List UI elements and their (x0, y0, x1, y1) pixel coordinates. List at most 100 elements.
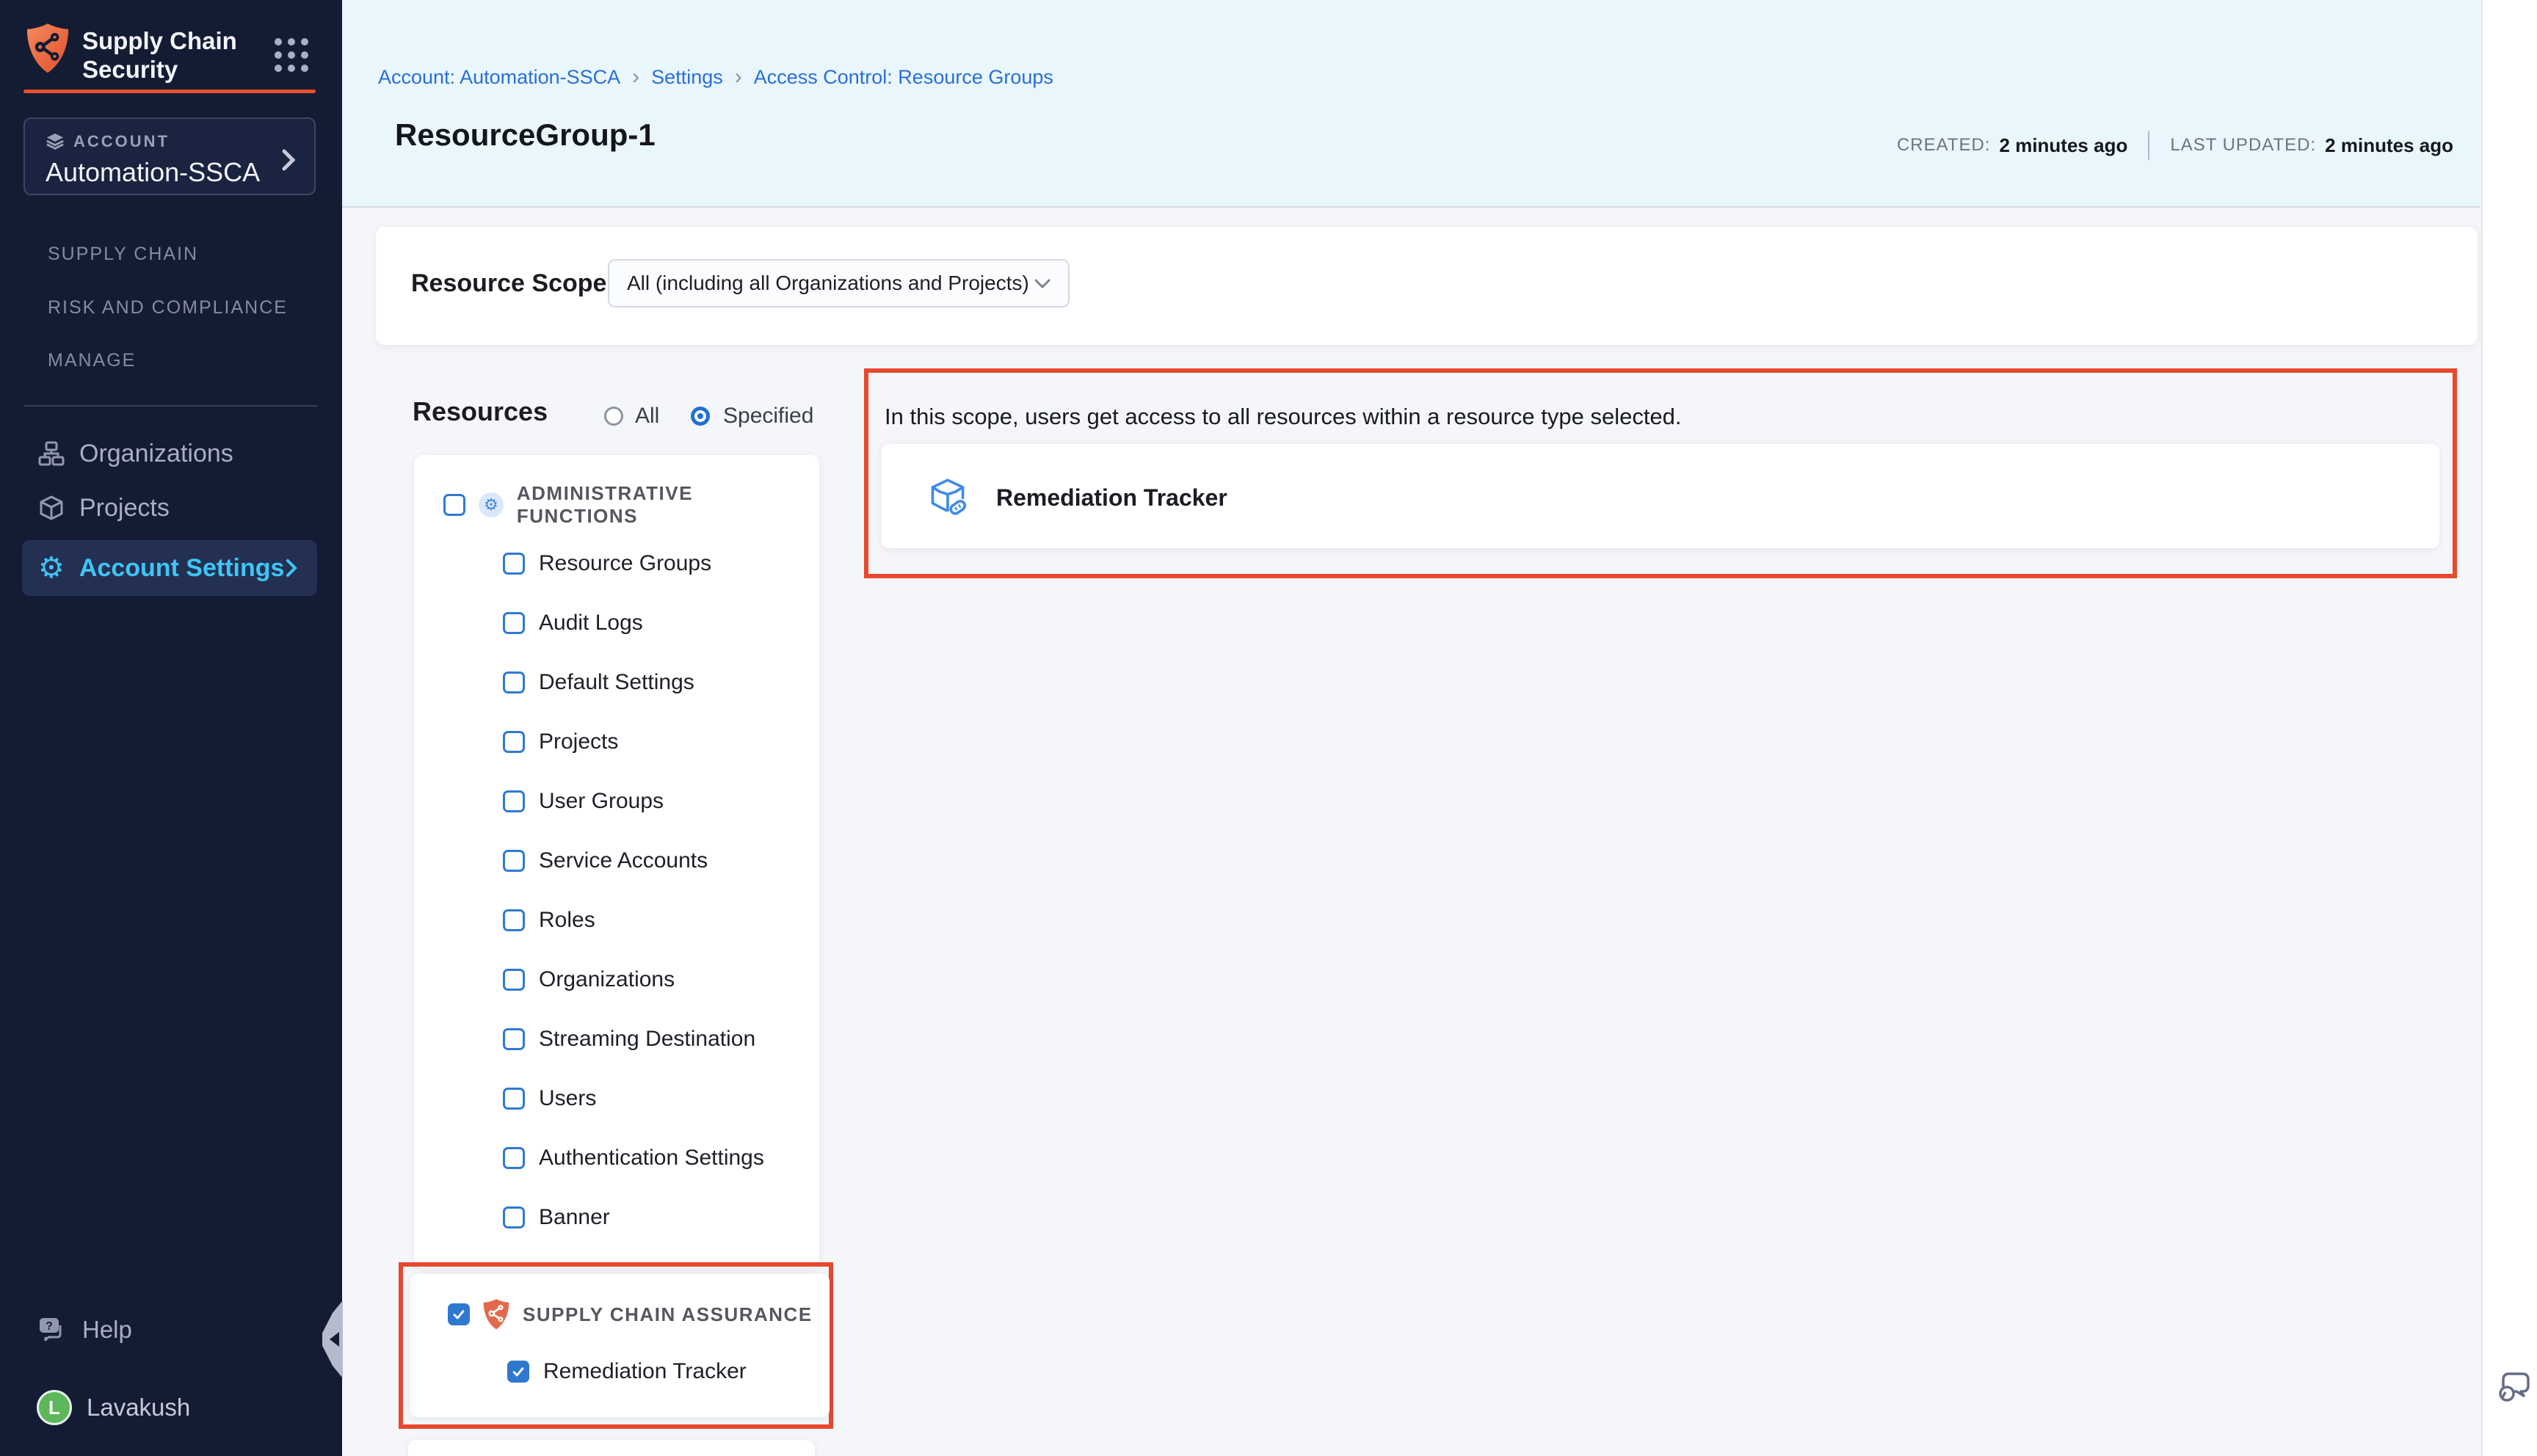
checkbox-row-streaming-destination[interactable]: Streaming Destination (503, 1026, 755, 1052)
check-icon (511, 1364, 526, 1379)
radio-all-label: All (635, 404, 659, 429)
meta-info: CREATED: 2 minutes ago LAST UPDATED: 2 m… (1897, 131, 2453, 160)
module-grid-icon[interactable] (275, 38, 308, 72)
item-label: Projects (539, 729, 618, 754)
checkbox-row-administrative-functions[interactable]: ⚙ ADMINISTRATIVE FUNCTIONS (443, 492, 819, 518)
next-section-card (408, 1440, 815, 1456)
checkbox-administrative-functions[interactable] (443, 494, 465, 516)
supply-chain-assurance-card: SUPPLY CHAIN ASSURANCE Remediation Track… (410, 1274, 830, 1417)
item-label: Users (539, 1086, 596, 1111)
checkbox-row-users[interactable]: Users (503, 1085, 596, 1112)
resource-type-name: Remediation Tracker (996, 484, 1227, 512)
sidebar-section-manage[interactable]: MANAGE (48, 350, 136, 371)
checkbox-organizations[interactable] (503, 969, 525, 991)
checkbox-row-authentication-settings[interactable]: Authentication Settings (503, 1145, 764, 1171)
sidebar-item-account-settings[interactable]: ⚙ Account Settings (22, 540, 317, 596)
scope-note: In this scope, users get access to all r… (885, 404, 1682, 430)
checkbox-row-roles[interactable]: Roles (503, 907, 595, 933)
checkbox-resource-groups[interactable] (503, 553, 525, 575)
user-menu[interactable]: L Lavakush (22, 1381, 317, 1434)
user-name: Lavakush (87, 1394, 190, 1422)
checkbox-audit-logs[interactable] (503, 612, 525, 634)
checkbox-projects[interactable] (503, 731, 525, 753)
item-label: Audit Logs (539, 611, 643, 636)
administrative-functions-card: ⚙ ADMINISTRATIVE FUNCTIONS Resource Grou… (414, 455, 819, 1268)
checkbox-row-resource-groups[interactable]: Resource Groups (503, 550, 711, 577)
supply-chain-security-logo[interactable] (24, 22, 71, 79)
item-label: Streaming Destination (539, 1027, 755, 1052)
resource-scope-value: All (including all Organizations and Pro… (627, 272, 1029, 295)
account-selector[interactable]: ACCOUNT Automation-SSCA (23, 117, 316, 195)
checkbox-service-accounts[interactable] (503, 850, 525, 872)
radio-all-circle[interactable] (604, 407, 623, 426)
checkbox-user-groups[interactable] (503, 790, 525, 812)
chevron-right-icon (285, 558, 298, 578)
item-label: Authentication Settings (539, 1146, 764, 1171)
sidebar-item-projects[interactable]: Projects (22, 481, 317, 534)
avatar: L (37, 1390, 72, 1425)
scs-shield-icon (482, 1298, 511, 1331)
remediation-tracker-icon (926, 475, 969, 517)
account-label: ACCOUNT (73, 132, 170, 151)
checkbox-streaming-destination[interactable] (503, 1028, 525, 1050)
help-label: Help (82, 1316, 132, 1344)
support-chat-icon[interactable] (2494, 1368, 2533, 1406)
checkbox-row-default-settings[interactable]: Default Settings (503, 669, 694, 696)
sidebar-item-label: Projects (79, 494, 170, 523)
checkbox-roles[interactable] (503, 909, 525, 931)
resources-title: Resources (413, 396, 548, 427)
resource-scope-dropdown[interactable]: All (including all Organizations and Pro… (608, 259, 1070, 307)
last-updated-value: 2 minutes ago (2325, 134, 2453, 157)
resource-scope-card: Resource Scope All (including all Organi… (376, 227, 2478, 345)
avatar-initial: L (48, 1397, 60, 1419)
sidebar-item-label: Organizations (79, 440, 233, 468)
checkbox-row-remediation-tracker[interactable]: Remediation Tracker (507, 1358, 747, 1385)
help-button[interactable]: ? Help (22, 1303, 317, 1356)
item-label: Organizations (539, 967, 675, 992)
radio-all[interactable]: All (604, 404, 659, 429)
org-chart-icon (38, 440, 65, 467)
checkbox-row-user-groups[interactable]: User Groups (503, 788, 664, 815)
radio-specified-circle[interactable] (691, 407, 710, 426)
item-label: Banner (539, 1205, 610, 1230)
brand-underline (23, 90, 316, 93)
item-label: Remediation Tracker (543, 1359, 747, 1384)
checkbox-authentication-settings[interactable] (503, 1147, 525, 1169)
account-name: Automation-SSCA (46, 157, 297, 188)
breadcrumb-access-control-link[interactable]: Access Control: Resource Groups (754, 66, 1053, 89)
checkbox-row-projects[interactable]: Projects (503, 729, 618, 755)
help-chat-icon: ? (38, 1317, 68, 1343)
checkbox-banner[interactable] (503, 1206, 525, 1228)
remediation-tracker-card[interactable]: Remediation Tracker (882, 444, 2439, 548)
item-label: User Groups (539, 789, 664, 814)
breadcrumb-separator: › (735, 65, 742, 90)
sidebar-section-supply-chain[interactable]: SUPPLY CHAIN (48, 244, 198, 265)
checkbox-row-audit-logs[interactable]: Audit Logs (503, 610, 643, 636)
annotation-box-scs-section: SUPPLY CHAIN ASSURANCE Remediation Track… (399, 1262, 833, 1429)
radio-specified-label: Specified (723, 404, 813, 429)
checkbox-remediation-tracker[interactable] (507, 1361, 529, 1383)
radio-specified[interactable]: Specified (691, 404, 813, 429)
checkbox-row-supply-chain-assurance[interactable]: SUPPLY CHAIN ASSURANCE (448, 1301, 813, 1328)
section-label: SUPPLY CHAIN ASSURANCE (523, 1303, 813, 1326)
checkbox-row-organizations[interactable]: Organizations (503, 967, 675, 993)
section-label: ADMINISTRATIVE FUNCTIONS (517, 482, 819, 528)
gear-icon: ⚙ (38, 553, 65, 583)
sidebar-divider (23, 405, 317, 407)
sidebar-section-risk-and-compliance[interactable]: RISK AND COMPLIANCE (48, 297, 288, 318)
sidebar: Supply Chain Security ACCOUNT Automation… (0, 0, 342, 1456)
checkbox-users[interactable] (503, 1088, 525, 1110)
breadcrumb-separator: › (632, 65, 639, 90)
sidebar-item-organizations[interactable]: Organizations (22, 427, 317, 480)
checkbox-supply-chain-assurance[interactable] (448, 1303, 470, 1325)
breadcrumb-settings-link[interactable]: Settings (651, 66, 723, 89)
item-label: Default Settings (539, 670, 694, 695)
checkbox-default-settings[interactable] (503, 671, 525, 694)
checkbox-row-service-accounts[interactable]: Service Accounts (503, 848, 708, 874)
page-header (342, 0, 2480, 208)
breadcrumb-account-link[interactable]: Account: Automation-SSCA (378, 66, 620, 89)
admin-gear-icon: ⚙ (479, 492, 504, 517)
item-label: Service Accounts (539, 848, 708, 873)
checkbox-row-banner[interactable]: Banner (503, 1204, 610, 1231)
item-label: Roles (539, 908, 595, 933)
